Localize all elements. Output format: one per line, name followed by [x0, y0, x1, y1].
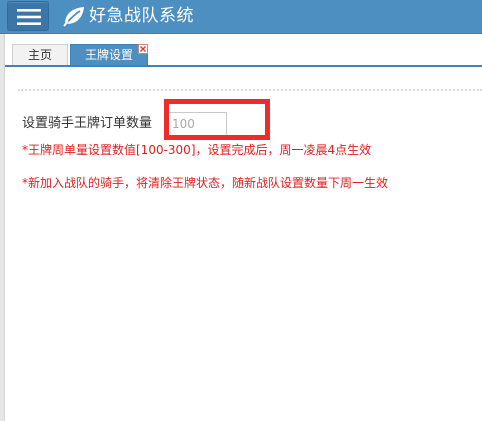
- dotted-separator: [18, 89, 482, 91]
- note-new-rider: *新加入战队的骑手，将清除王牌状态，随新战队设置数量下周一生效: [22, 176, 389, 190]
- menu-toggle-button[interactable]: [7, 1, 49, 31]
- app-window: 好急战队系统 主页 王牌设置 设置骑手王牌订单数量 *王牌周单量设置数值[100…: [0, 0, 482, 421]
- note-weekly-range: *王牌周单量设置数值[100-300]，设置完成后，周一凌晨4点生效: [22, 143, 372, 157]
- tab-ace-settings[interactable]: 王牌设置: [70, 44, 148, 66]
- tab-close-button[interactable]: [138, 44, 148, 54]
- ace-order-count-input[interactable]: [165, 112, 227, 136]
- tab-home[interactable]: 主页: [12, 44, 68, 66]
- close-icon: [140, 46, 146, 52]
- left-border-strip: [0, 34, 5, 421]
- leaf-logo-icon: [63, 7, 84, 27]
- ace-order-count-label: 设置骑手王牌订单数量: [22, 116, 153, 131]
- top-header-bar: 好急战队系统: [0, 0, 482, 34]
- tab-bar-underline: [5, 65, 482, 67]
- app-title: 好急战队系统: [89, 6, 194, 26]
- hamburger-menu-icon: [17, 9, 41, 25]
